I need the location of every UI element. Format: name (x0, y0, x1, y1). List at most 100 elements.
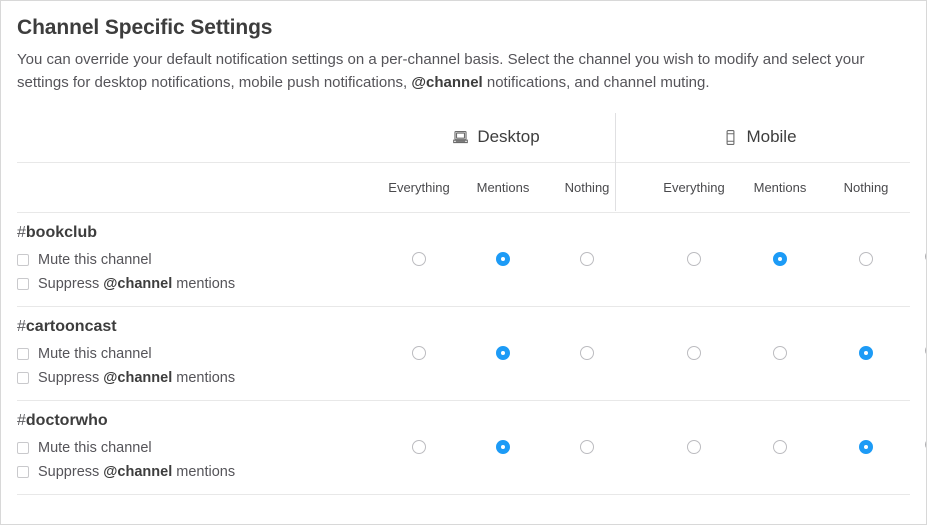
radio-mobile-mentions[interactable] (773, 252, 787, 267)
radio-desktop-everything[interactable] (412, 346, 426, 361)
remove-circle-icon[interactable] (924, 248, 926, 270)
suppress-mentions-checkbox[interactable] (17, 277, 29, 290)
radio-mobile-everything[interactable] (687, 440, 701, 455)
desktop-everything-cell (377, 307, 461, 400)
mute-channel-row[interactable]: Mute this channel (17, 436, 377, 460)
channel-name: #doctorwho (17, 411, 377, 432)
remove-circle-icon[interactable] (924, 436, 926, 458)
channel-settings-page: Channel Specific Settings You can overri… (0, 0, 927, 525)
at-channel-mention: @channel (103, 369, 173, 386)
group-header-mobile-label: Mobile (746, 127, 797, 147)
desktop-nothing-cell (545, 401, 629, 494)
page-description: You can override your default notificati… (17, 51, 865, 92)
option-header-row: Everything Mentions Nothing Everything M… (17, 163, 910, 213)
at-channel-mention: @channel (411, 74, 483, 92)
mobile-nothing-cell (823, 307, 909, 400)
remove-channel-cell (909, 307, 926, 400)
column-header-desktop-mentions: Mentions (476, 179, 530, 195)
suppress-mentions-row[interactable]: Suppress @channel mentions (17, 366, 377, 390)
desktop-everything-cell (377, 401, 461, 494)
radio-desktop-mentions[interactable] (496, 346, 510, 361)
desktop-mentions-cell (461, 213, 545, 306)
group-header-mobile: Mobile (615, 127, 905, 147)
radio-mobile-nothing[interactable] (859, 440, 873, 455)
channel-name: #cartooncast (17, 317, 377, 338)
mute-channel-label: Mute this channel (38, 345, 152, 362)
channel-row: #doctorwho Mute this channel Suppress @cha… (17, 401, 926, 495)
suppress-mentions-checkbox[interactable] (17, 465, 29, 478)
suppress-mentions-label: Suppress @channel mentions (38, 463, 236, 480)
radio-mobile-mentions[interactable] (773, 346, 787, 361)
column-header-desktop-nothing: Nothing (564, 179, 610, 195)
hash-prefix: # (17, 411, 26, 429)
suppress-mentions-label: Suppress @channel mentions (38, 369, 236, 386)
channel-name-text: doctorwho (25, 411, 108, 429)
mobile-nothing-cell (823, 213, 909, 306)
channel-name-text: bookclub (25, 223, 98, 241)
mute-channel-row[interactable]: Mute this channel (17, 248, 377, 272)
radio-desktop-mentions[interactable] (496, 252, 510, 267)
mobile-everything-cell (651, 213, 737, 306)
channel-row: #cartooncast Mute this channel Suppress @c… (17, 307, 926, 401)
group-header-desktop-label: Desktop (477, 127, 540, 147)
mute-channel-row[interactable]: Mute this channel (17, 342, 377, 366)
column-header-mobile-mentions: Mentions (753, 179, 807, 195)
suppress-mentions-row[interactable]: Suppress @channel mentions (17, 460, 377, 484)
channel-settings-table: Desktop Mobile Everything Mentions Nothi… (17, 112, 926, 495)
suppress-mentions-label: Suppress @channel mentions (38, 275, 236, 292)
channel-info: #bookclub Mute this channel Suppress @chan… (17, 213, 377, 296)
radio-desktop-nothing[interactable] (580, 346, 594, 361)
header-block: Channel Specific Settings You can overri… (1, 1, 926, 95)
remove-channel-cell (909, 213, 926, 306)
group-divider (615, 112, 616, 211)
channel-info: #doctorwho Mute this channel Suppress @cha… (17, 401, 377, 484)
group-header-row: Desktop Mobile (17, 113, 910, 163)
radio-desktop-mentions[interactable] (496, 440, 510, 455)
at-channel-mention: @channel (103, 463, 173, 480)
hash-prefix: # (17, 317, 26, 335)
desktop-everything-cell (377, 213, 461, 306)
mute-channel-checkbox[interactable] (17, 253, 29, 266)
mobile-everything-cell (651, 401, 737, 494)
radio-mobile-mentions[interactable] (773, 440, 787, 455)
radio-desktop-nothing[interactable] (580, 252, 594, 267)
desktop-mentions-cell (461, 307, 545, 400)
mobile-mentions-cell (737, 401, 823, 494)
mobile-mentions-cell (737, 307, 823, 400)
mobile-everything-cell (651, 307, 737, 400)
radio-mobile-everything[interactable] (687, 252, 701, 267)
desktop-nothing-cell (545, 213, 629, 306)
at-channel-mention: @channel (103, 275, 173, 292)
radio-desktop-nothing[interactable] (580, 440, 594, 455)
mute-channel-checkbox[interactable] (17, 441, 29, 454)
laptop-icon (452, 129, 469, 146)
desktop-nothing-cell (545, 307, 629, 400)
radio-desktop-everything[interactable] (412, 440, 426, 455)
mute-channel-label: Mute this channel (38, 251, 152, 268)
mobile-mentions-cell (737, 213, 823, 306)
suppress-mentions-checkbox[interactable] (17, 371, 29, 384)
phone-icon (723, 129, 738, 146)
channel-name-text: cartooncast (25, 317, 117, 335)
mute-channel-label: Mute this channel (38, 439, 152, 456)
radio-mobile-nothing[interactable] (859, 252, 873, 267)
radio-mobile-everything[interactable] (687, 346, 701, 361)
channel-name: #bookclub (17, 223, 377, 244)
hash-prefix: # (17, 223, 26, 241)
column-header-desktop-everything: Everything (388, 179, 450, 195)
suppress-mentions-row[interactable]: Suppress @channel mentions (17, 272, 377, 296)
remove-circle-icon[interactable] (924, 342, 926, 364)
channel-rows-container: #bookclub Mute this channel Suppress @chan… (17, 213, 926, 495)
page-title: Channel Specific Settings (17, 16, 273, 39)
radio-mobile-nothing[interactable] (859, 346, 873, 361)
column-header-mobile-everything: Everything (663, 179, 725, 195)
radio-desktop-everything[interactable] (412, 252, 426, 267)
channel-info: #cartooncast Mute this channel Suppress @c… (17, 307, 377, 390)
remove-channel-cell (909, 401, 926, 494)
channel-row: #bookclub Mute this channel Suppress @chan… (17, 213, 926, 307)
mobile-nothing-cell (823, 401, 909, 494)
group-header-desktop: Desktop (377, 127, 615, 147)
mute-channel-checkbox[interactable] (17, 347, 29, 360)
desktop-mentions-cell (461, 401, 545, 494)
column-header-mobile-nothing: Nothing (843, 179, 889, 195)
